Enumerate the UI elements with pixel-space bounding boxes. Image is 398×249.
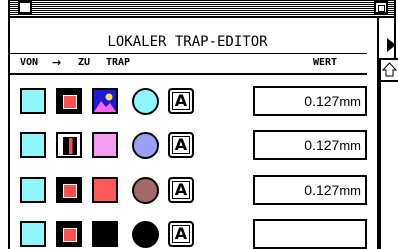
wert-field[interactable]: 0.127mm	[253, 130, 367, 160]
von-swatch[interactable]	[56, 88, 82, 114]
wert-field[interactable]: 0.127mm	[253, 86, 367, 116]
column-header-von: VON	[20, 57, 39, 68]
column-header-zu: ZU	[78, 57, 91, 68]
wert-field[interactable]	[253, 219, 367, 249]
column-arrow-icon: →	[52, 56, 62, 69]
von-swatch[interactable]	[56, 177, 82, 203]
triangle-right-icon[interactable]	[387, 38, 396, 52]
zu-color-swatch[interactable]	[92, 221, 118, 247]
trap-row: A 0.127mm	[20, 172, 380, 208]
column-header-wert: WERT	[313, 57, 338, 68]
trap-color-circle[interactable]	[132, 221, 159, 248]
text-tool-button[interactable]: A	[168, 177, 194, 203]
color-swatch-cyan[interactable]	[20, 177, 46, 203]
close-box-icon[interactable]	[18, 1, 32, 14]
zu-image-icon[interactable]	[92, 88, 118, 114]
von-swatch[interactable]	[56, 221, 82, 247]
title-bar[interactable]	[8, 0, 396, 18]
color-swatch-cyan[interactable]	[20, 132, 46, 158]
text-tool-button[interactable]: A	[168, 132, 194, 158]
wert-unit: mm	[339, 183, 361, 198]
trap-color-circle[interactable]	[132, 88, 159, 115]
column-divider	[10, 73, 367, 75]
zu-color-swatch[interactable]	[92, 177, 118, 203]
wert-value: 0.127	[304, 137, 340, 153]
editor-title: LOKALER TRAP-EDITOR	[107, 34, 268, 50]
wert-unit: mm	[339, 138, 361, 153]
wert-field[interactable]: 0.127mm	[253, 175, 367, 205]
zoom-box-icon[interactable]	[374, 1, 388, 14]
scroll-up-button[interactable]	[381, 60, 398, 82]
text-tool-button[interactable]: A	[168, 221, 194, 247]
trap-row: A 0.127mm	[20, 127, 380, 163]
color-swatch-cyan[interactable]	[20, 88, 46, 114]
trap-color-circle[interactable]	[132, 132, 159, 159]
trap-row: A	[20, 216, 380, 249]
wert-value: 0.127	[304, 182, 340, 198]
trap-color-circle[interactable]	[132, 177, 159, 204]
text-tool-button[interactable]: A	[168, 88, 194, 114]
color-swatch-cyan[interactable]	[20, 221, 46, 247]
trap-editor-window: LOKALER TRAP-EDITOR VON → ZU TRAP WERT A…	[0, 0, 398, 249]
title-divider	[10, 53, 367, 54]
trap-row: A 0.127mm	[20, 83, 380, 119]
von-swatch[interactable]	[56, 132, 82, 158]
scroll-up-arrow-icon	[381, 62, 398, 77]
vertical-scrollbar[interactable]	[379, 60, 398, 249]
wert-value: 0.127	[304, 93, 340, 109]
column-header-trap: TRAP	[106, 57, 131, 68]
wert-unit: mm	[339, 94, 361, 109]
zu-color-swatch[interactable]	[92, 132, 118, 158]
